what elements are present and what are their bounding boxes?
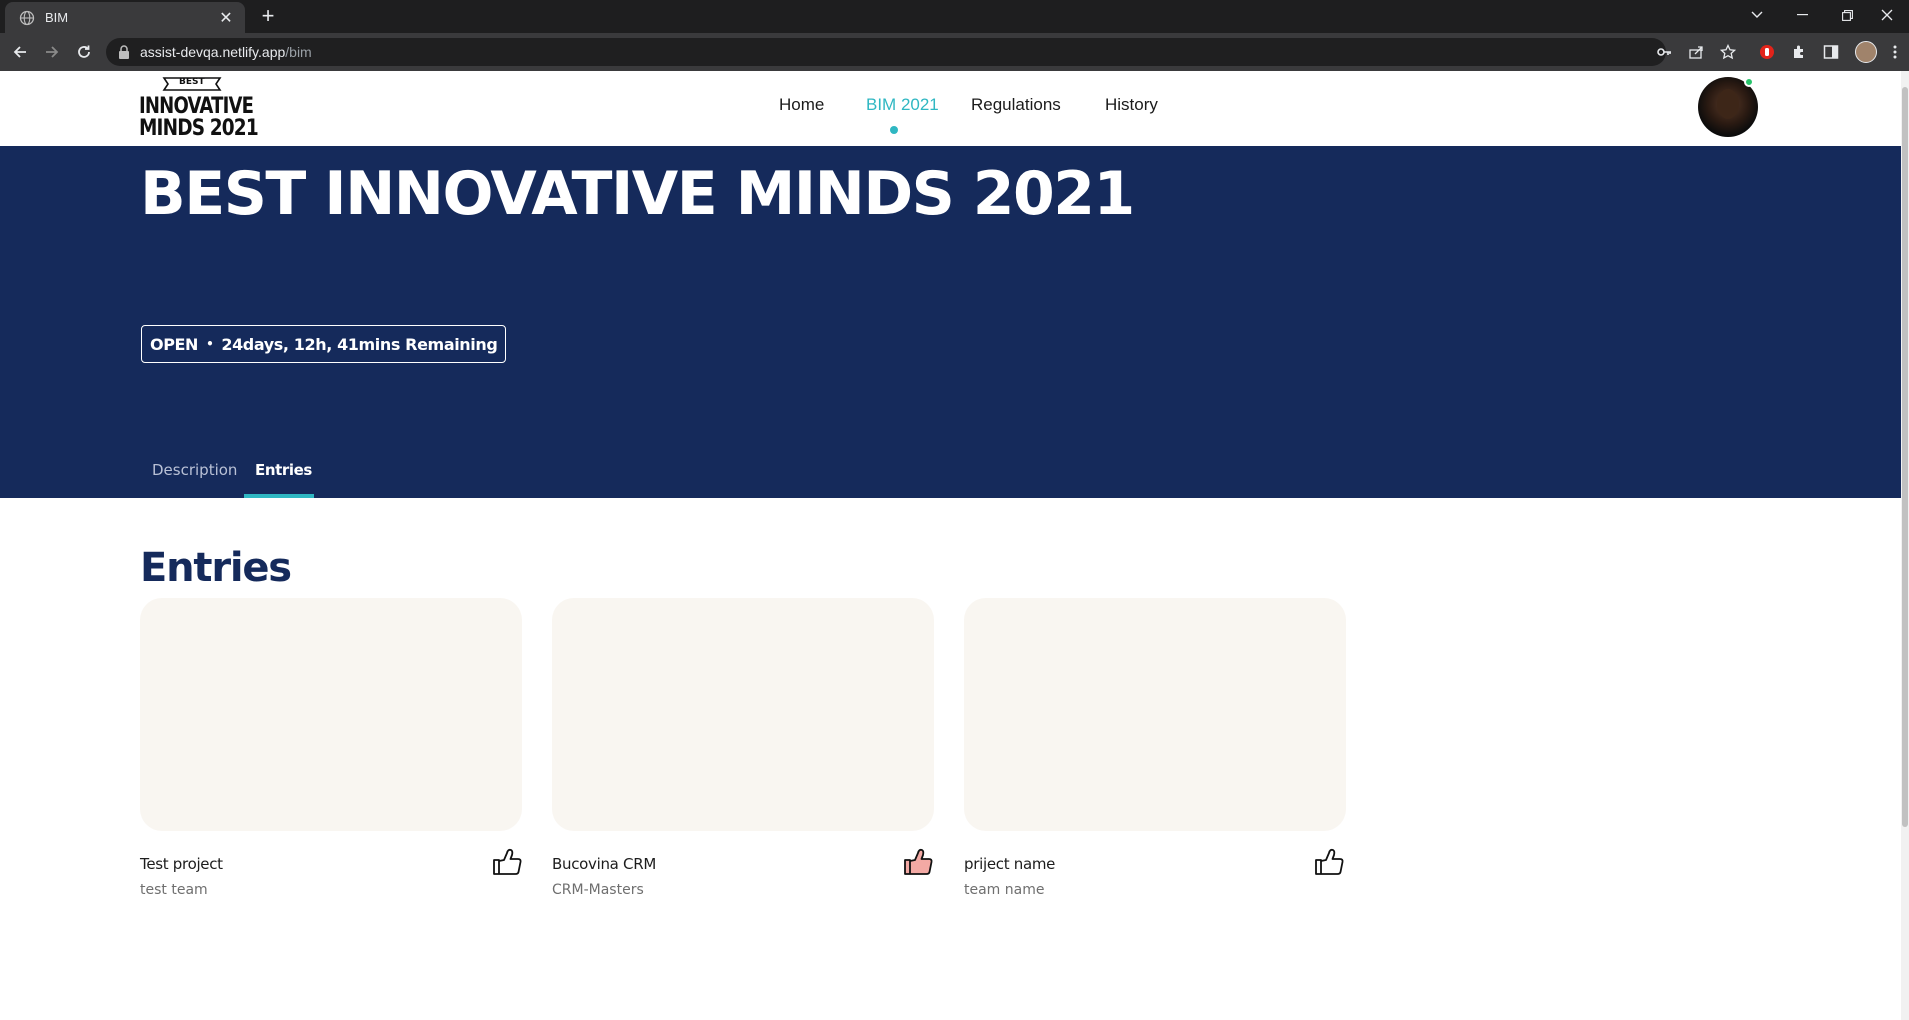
- back-arrow-icon[interactable]: [8, 40, 32, 64]
- active-tab-underline: [244, 494, 314, 498]
- online-status-dot: [1744, 77, 1754, 87]
- entry-name[interactable]: Bucovina CRM: [552, 855, 656, 873]
- scrollbar-thumb[interactable]: [1902, 87, 1908, 827]
- close-window-icon[interactable]: [1865, 0, 1909, 30]
- address-bar[interactable]: assist-devqa.netlify.app/bim: [106, 38, 1666, 66]
- browser-tab[interactable]: BIM ✕: [5, 2, 245, 33]
- browser-toolbar: assist-devqa.netlify.app/bim: [0, 33, 1909, 71]
- entries-heading: Entries: [140, 545, 292, 591]
- status-separator: •: [206, 337, 214, 351]
- extension-red-icon[interactable]: [1757, 42, 1777, 62]
- nav-home[interactable]: Home: [779, 95, 824, 115]
- globe-icon: [19, 10, 35, 25]
- entry-team: test team: [140, 882, 208, 898]
- minimize-window-icon[interactable]: [1780, 0, 1824, 30]
- forward-arrow-icon[interactable]: [40, 40, 64, 64]
- entry-name[interactable]: priject name: [964, 855, 1055, 873]
- page-title: BEST INNOVATIVE MINDS 2021: [140, 159, 1135, 229]
- close-tab-icon[interactable]: ✕: [217, 8, 235, 28]
- logo-line-2: MINDS 2021: [139, 116, 259, 141]
- entry-card-image[interactable]: [140, 598, 522, 831]
- tab-description[interactable]: Description: [152, 461, 237, 479]
- bookmark-star-icon[interactable]: [1718, 42, 1738, 62]
- active-nav-indicator: [890, 126, 898, 134]
- nav-regulations[interactable]: Regulations: [971, 95, 1061, 115]
- entry-name[interactable]: Test project: [140, 855, 223, 873]
- entry-card-image[interactable]: [964, 598, 1346, 831]
- entry-team: CRM-Masters: [552, 882, 644, 898]
- key-icon[interactable]: [1654, 42, 1674, 62]
- web-page: BEST INNOVATIVE MINDS 2021 Home BIM 2021…: [0, 71, 1901, 1020]
- site-logo[interactable]: BEST INNOVATIVE MINDS 2021: [139, 74, 259, 141]
- nav-bim-2021[interactable]: BIM 2021: [866, 95, 939, 115]
- browser-tab-title: BIM: [45, 10, 69, 25]
- page-scrollbar[interactable]: [1901, 71, 1909, 1020]
- logo-badge-text: BEST: [179, 77, 205, 87]
- thumbs-up-icon[interactable]: [1314, 847, 1344, 877]
- restore-window-icon[interactable]: [1825, 0, 1869, 30]
- site-header: BEST INNOVATIVE MINDS 2021 Home BIM 2021…: [0, 71, 1901, 146]
- entry-card-image[interactable]: [552, 598, 934, 831]
- entry-team: team name: [964, 882, 1045, 898]
- lock-icon: [119, 45, 129, 59]
- side-panel-icon[interactable]: [1821, 42, 1841, 62]
- browser-profile-avatar[interactable]: [1855, 41, 1877, 63]
- remaining-time: 24days, 12h, 41mins Remaining: [221, 334, 498, 354]
- new-tab-button[interactable]: +: [256, 5, 280, 28]
- status-badge: OPEN • 24days, 12h, 41mins Remaining: [141, 325, 507, 363]
- status-label: OPEN: [150, 334, 199, 354]
- thumbs-up-icon[interactable]: [492, 847, 522, 877]
- extensions-puzzle-icon[interactable]: [1789, 42, 1809, 62]
- browser-menu-icon[interactable]: [1885, 42, 1905, 62]
- thumbs-up-liked-icon[interactable]: [903, 847, 933, 877]
- url-path: /bim: [285, 44, 312, 60]
- tab-search-icon[interactable]: [1735, 0, 1779, 30]
- url-host: assist-devqa.netlify.app: [140, 44, 286, 60]
- reload-icon[interactable]: [72, 40, 96, 64]
- browser-tabstrip: BIM ✕ +: [0, 0, 1909, 33]
- share-icon[interactable]: [1686, 42, 1706, 62]
- tab-entries[interactable]: Entries: [255, 461, 312, 479]
- nav-history[interactable]: History: [1105, 95, 1158, 115]
